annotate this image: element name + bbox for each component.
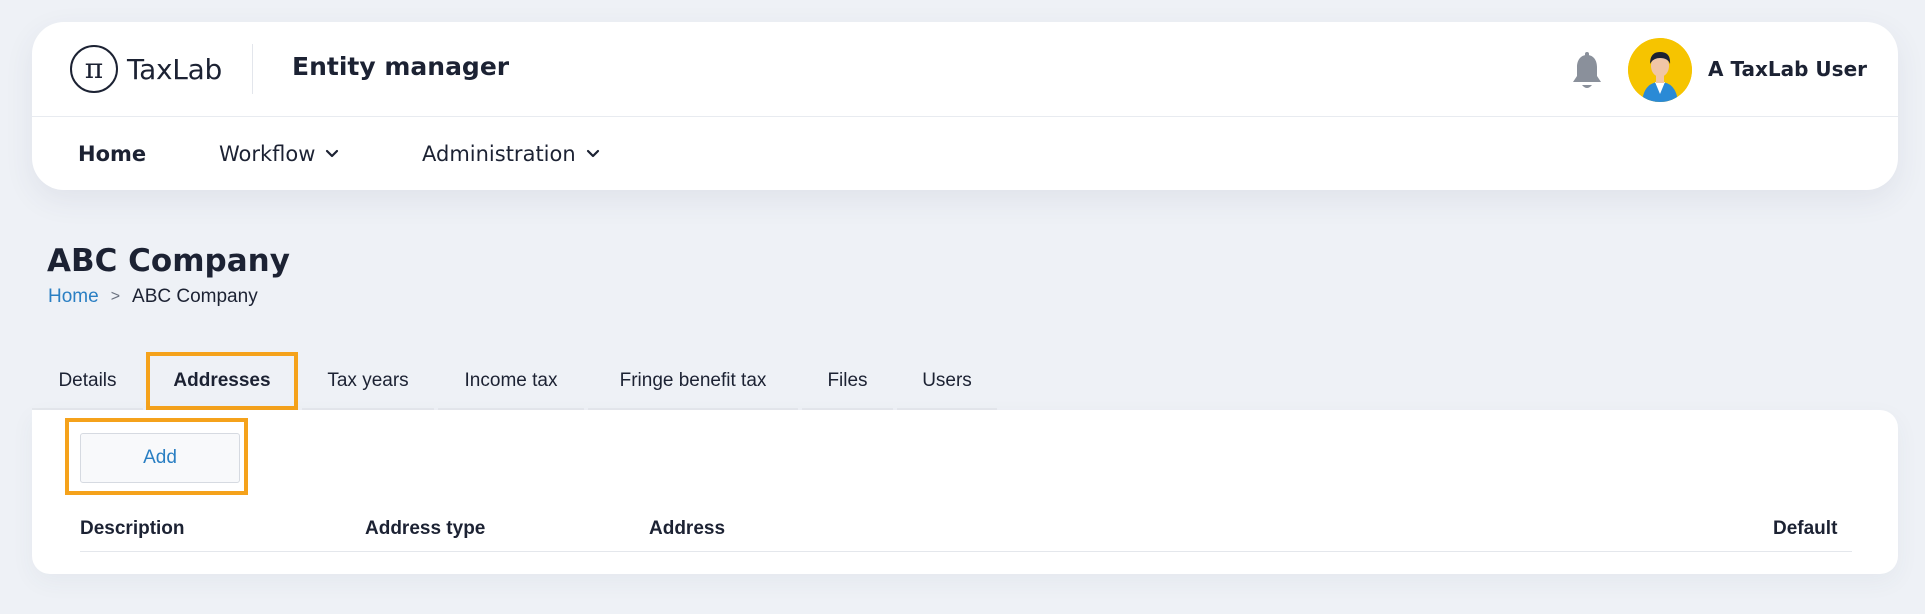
tab-label: Users (922, 370, 972, 391)
breadcrumb-separator: > (110, 288, 121, 305)
entity-tabs: Details Addresses Tax years Income tax F… (32, 352, 1012, 410)
main-nav: Home Workflow Administration (32, 118, 1898, 190)
logo-pi-icon: π (70, 45, 118, 93)
tab-tax-years[interactable]: Tax years (302, 354, 434, 410)
nav-item-label: Administration (422, 142, 576, 166)
nav-item-workflow[interactable]: Workflow (219, 142, 339, 166)
bell-icon[interactable] (1570, 52, 1604, 92)
tab-income-tax[interactable]: Income tax (438, 354, 584, 410)
tab-label: Addresses (173, 370, 271, 391)
nav-item-home[interactable]: Home (78, 142, 146, 166)
breadcrumb-current: ABC Company (132, 286, 258, 307)
column-header-address[interactable]: Address (649, 518, 725, 540)
logo-text: TaxLab (127, 52, 222, 86)
addresses-table-header: Description Address type Address Default (80, 508, 1852, 552)
app-title: Entity manager (292, 52, 510, 81)
tab-label: Tax years (327, 370, 409, 391)
user-name[interactable]: A TaxLab User (1708, 57, 1867, 81)
tab-addresses[interactable]: Addresses (146, 352, 298, 410)
header-card: π TaxLab Entity manager A TaxLab User Ho… (32, 22, 1898, 190)
tab-fringe-benefit-tax[interactable]: Fringe benefit tax (588, 354, 798, 410)
tab-users[interactable]: Users (897, 354, 997, 410)
breadcrumb: Home > ABC Company (48, 286, 258, 308)
page-title: ABC Company (47, 243, 290, 279)
nav-item-label: Home (78, 142, 147, 166)
tab-label: Files (827, 370, 868, 391)
top-bar: π TaxLab Entity manager A TaxLab User (32, 22, 1898, 117)
column-header-description[interactable]: Description (80, 518, 185, 540)
add-address-button[interactable]: Add (80, 433, 240, 483)
avatar[interactable] (1628, 38, 1692, 102)
tab-label: Fringe benefit tax (619, 370, 767, 391)
user-avatar-icon (1628, 38, 1692, 102)
nav-item-administration[interactable]: Administration (422, 142, 600, 166)
nav-item-label: Workflow (219, 142, 316, 166)
tab-label: Income tax (464, 370, 558, 391)
header-divider (252, 44, 253, 94)
chevron-down-icon (586, 149, 599, 158)
logo[interactable]: π TaxLab (70, 45, 222, 93)
column-header-address-type[interactable]: Address type (365, 518, 485, 540)
column-header-default[interactable]: Default (1773, 518, 1837, 540)
tab-files[interactable]: Files (802, 354, 893, 410)
addresses-panel: Add Description Address type Address Def… (32, 410, 1898, 574)
tab-details[interactable]: Details (32, 354, 143, 410)
breadcrumb-home-link[interactable]: Home (48, 286, 99, 308)
tab-label: Details (58, 370, 117, 391)
chevron-down-icon (326, 149, 339, 158)
